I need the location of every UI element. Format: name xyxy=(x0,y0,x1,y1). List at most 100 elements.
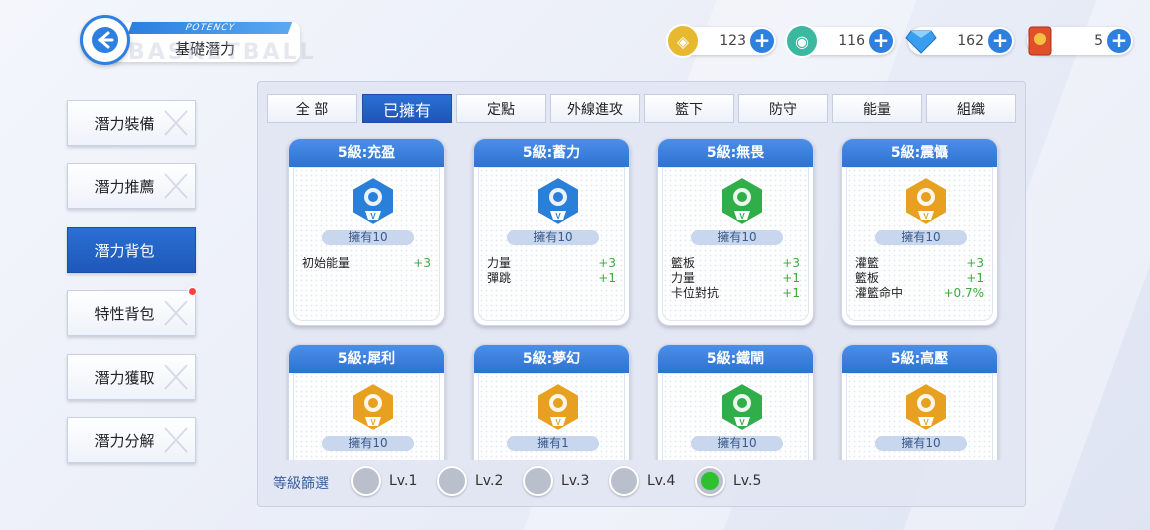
level-filter-1[interactable]: Lv.1 xyxy=(351,466,417,496)
tab-inside[interactable]: 籃下 xyxy=(644,94,734,123)
tab-organize[interactable]: 組織 xyxy=(926,94,1016,123)
stat-value: +3 xyxy=(598,256,616,270)
card-title: 5級:充盈 xyxy=(289,139,444,167)
card-title: 5級:高壓 xyxy=(842,345,997,373)
rank-badge: V xyxy=(370,418,376,427)
card-body: V 擁有10 xyxy=(293,373,440,460)
owned-count: 擁有10 xyxy=(691,230,783,245)
stat-name: 彈跳 xyxy=(487,271,512,285)
potential-card[interactable]: 5級:鐵閘 V 擁有10 xyxy=(657,344,814,460)
potential-card[interactable]: 5級:蓄力 V 擁有10 力量 +3 彈跳 +1 xyxy=(473,138,630,326)
potential-card[interactable]: 5級:充盈 V 擁有10 初始能量 +3 xyxy=(288,138,445,326)
level-filter-label: 等級篩選 xyxy=(273,476,329,492)
potential-card[interactable]: 5級:無畏 V 擁有10 籃板 +3 力量 +1 卡位對抗 +1 xyxy=(657,138,814,326)
notification-dot xyxy=(188,287,197,296)
radio-icon xyxy=(437,466,467,496)
rank-badge: V xyxy=(370,212,376,221)
level-label: Lv.4 xyxy=(647,473,676,489)
stat-row: 籃板 +3 xyxy=(671,256,800,271)
level-label: Lv.3 xyxy=(561,473,590,489)
title-subtitle: POTENCY xyxy=(127,22,293,34)
tab-defense[interactable]: 防守 xyxy=(738,94,828,123)
owned-count: 擁有10 xyxy=(322,436,414,451)
owned-count: 擁有10 xyxy=(691,436,783,451)
stat-name: 初始能量 xyxy=(302,256,351,270)
watermark-text: BASKETBALL xyxy=(128,40,317,65)
tab-label: 定點 xyxy=(487,101,515,118)
stat-row: 籃板 +1 xyxy=(855,271,984,286)
tab-label: 能量 xyxy=(863,101,891,118)
stat-list: 初始能量 +3 xyxy=(302,256,431,271)
potential-grid: 5級:充盈 V 擁有10 初始能量 +3 5級:蓄力 V 擁有10 力量 +3 彈跳 +1 5級:無畏 V… xyxy=(266,128,1016,460)
decor-cross-icon xyxy=(164,427,188,453)
currency-value: 116 xyxy=(838,33,865,49)
sidebar-item-label: 潛力裝備 xyxy=(94,114,155,133)
card-body: V 擁有10 籃板 +3 力量 +1 卡位對抗 +1 xyxy=(662,167,809,321)
tab-energy[interactable]: 能量 xyxy=(832,94,922,123)
stat-list: 灌籃 +3 籃板 +1 灌籃命中 +0.7% xyxy=(855,256,984,301)
tab-label: 防守 xyxy=(769,101,797,118)
decor-cross-icon xyxy=(164,173,188,199)
add-ticket-button[interactable]: + xyxy=(1107,29,1131,53)
tab-outside[interactable]: 外線進攻 xyxy=(550,94,640,123)
sidebar-item-decompose[interactable]: 潛力分解 xyxy=(67,417,196,463)
stat-row: 彈跳 +1 xyxy=(487,271,616,286)
green-token-icon: ◉ xyxy=(785,24,819,58)
currency-value: 162 xyxy=(957,33,984,49)
level-label: Lv.2 xyxy=(475,473,504,489)
back-button[interactable] xyxy=(80,15,130,65)
radio-icon xyxy=(351,466,381,496)
card-title: 5級:蓄力 xyxy=(474,139,629,167)
rank-badge: V xyxy=(923,418,929,427)
stat-row: 灌籃命中 +0.7% xyxy=(855,286,984,301)
potential-card[interactable]: 5級:震懾 V 擁有10 灌籃 +3 籃板 +1 灌籃命中 +0.7% xyxy=(841,138,998,326)
level-filter-3[interactable]: Lv.3 xyxy=(523,466,589,496)
sidebar-item-label: 潛力分解 xyxy=(94,431,155,450)
tab-fixed-point[interactable]: 定點 xyxy=(456,94,546,123)
sidebar-item-equip[interactable]: 潛力裝備 xyxy=(67,100,196,146)
add-gold-button[interactable]: + xyxy=(750,29,774,53)
potential-card[interactable]: 5級:犀利 V 擁有10 xyxy=(288,344,445,460)
stat-value: +1 xyxy=(598,271,616,285)
diamond-icon xyxy=(904,24,938,58)
tab-label: 組織 xyxy=(957,101,985,118)
currency-value: 5 xyxy=(1094,33,1103,49)
rank-badge: V xyxy=(555,418,561,427)
sidebar-item-obtain[interactable]: 潛力獲取 xyxy=(67,354,196,400)
stat-row: 卡位對抗 +1 xyxy=(671,286,800,301)
card-title: 5級:鐵閘 xyxy=(658,345,813,373)
stat-name: 卡位對抗 xyxy=(671,286,720,300)
sidebar-item-recommend[interactable]: 潛力推薦 xyxy=(67,163,196,209)
stat-name: 灌籃 xyxy=(855,256,880,270)
stat-value: +1 xyxy=(782,286,800,300)
stat-row: 力量 +1 xyxy=(671,271,800,286)
sidebar-item-trait-backpack[interactable]: 特性背包 xyxy=(67,290,196,336)
energy-fist-icon: V xyxy=(351,176,395,226)
tab-all[interactable]: 全 部 xyxy=(267,94,357,123)
add-token-button[interactable]: + xyxy=(869,29,893,53)
stat-list: 力量 +3 彈跳 +1 xyxy=(487,256,616,286)
tab-label: 已擁有 xyxy=(382,100,431,120)
potential-card[interactable]: 5級:高壓 V 擁有10 xyxy=(841,344,998,460)
sidebar-item-label: 潛力獲取 xyxy=(94,368,155,387)
rank-badge: V xyxy=(739,212,745,221)
card-title: 5級:震懾 xyxy=(842,139,997,167)
arrow-left-icon xyxy=(92,27,118,53)
card-title: 5級:無畏 xyxy=(658,139,813,167)
level-filter-4[interactable]: Lv.4 xyxy=(609,466,675,496)
stat-value: +3 xyxy=(782,256,800,270)
add-diamond-button[interactable]: + xyxy=(988,29,1012,53)
owned-count: 擁有10 xyxy=(875,436,967,451)
radio-selected-icon xyxy=(695,466,725,496)
potential-card[interactable]: 5級:夢幻 V 擁有1 xyxy=(473,344,630,460)
stat-row: 初始能量 +3 xyxy=(302,256,431,271)
card-body: V 擁有10 xyxy=(846,373,993,460)
stat-name: 力量 xyxy=(487,256,512,270)
currency-gold: ◈ 123 + xyxy=(666,24,776,58)
decor-cross-icon xyxy=(164,364,188,390)
tab-owned[interactable]: 已擁有 xyxy=(362,94,452,123)
sidebar-item-backpack[interactable]: 潛力背包 xyxy=(67,227,196,273)
sidebar-item-label: 特性背包 xyxy=(94,304,155,323)
level-filter-2[interactable]: Lv.2 xyxy=(437,466,503,496)
level-filter-5[interactable]: Lv.5 xyxy=(695,466,761,496)
